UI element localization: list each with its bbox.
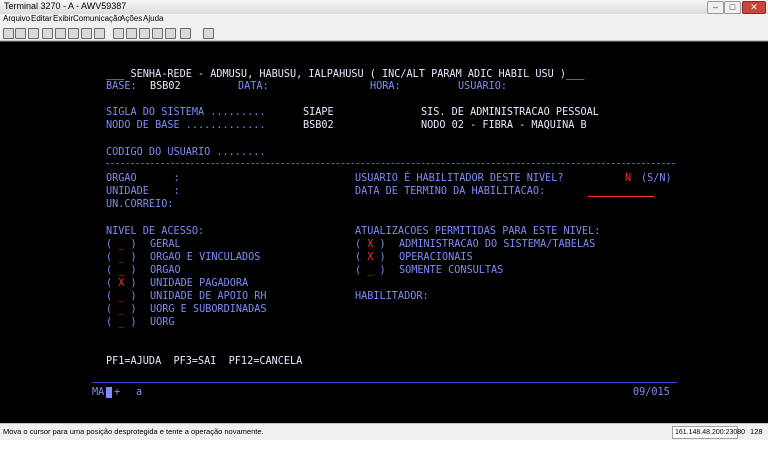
nivel-mark[interactable]: ( X ) <box>106 278 137 290</box>
keyboard-icon[interactable] <box>165 28 176 39</box>
settings-icon[interactable] <box>94 28 105 39</box>
nivel-label: UORG E SUBORDINADAS <box>150 304 267 315</box>
menu-bar: Arquivo Editar Exibir Comunicação Ações … <box>0 14 768 26</box>
toolbar <box>0 26 768 41</box>
menu-comunicacao[interactable]: Comunicação <box>73 14 122 23</box>
atual-label: ADMINISTRACAO DO SISTEMA/TABELAS <box>399 239 596 250</box>
terminal-screen[interactable]: ___ SENHA-REDE - ADMUSU, HABUSU, IALPAHU… <box>0 41 768 423</box>
nivel-mark[interactable]: ( _ ) <box>106 304 137 316</box>
atual-title: ATUALIZACOES PERMITIDAS PARA ESTE NIVEL: <box>355 226 601 237</box>
nivel-title: NIVEL DE ACESSO: <box>106 226 205 237</box>
atual-label: OPERACIONAIS <box>399 252 473 263</box>
menu-editar[interactable]: Editar <box>31 14 52 23</box>
oia-mode: a <box>136 387 143 398</box>
clipboard-icon[interactable] <box>55 28 66 39</box>
atual-label: SOMENTE CONSULTAS <box>399 265 504 276</box>
copy-icon[interactable] <box>15 28 26 39</box>
cursor <box>106 387 112 398</box>
oia-divider <box>92 382 677 383</box>
play-icon[interactable] <box>152 28 163 39</box>
display-icon[interactable] <box>180 28 191 39</box>
print-icon[interactable] <box>3 28 14 39</box>
paste-icon[interactable] <box>28 28 39 39</box>
cursor-position: 09/015 <box>633 387 670 398</box>
menu-exibir[interactable]: Exibir <box>53 14 73 23</box>
atual-mark[interactable]: ( X ) <box>355 239 386 251</box>
habilitador-question: USUARIO É HABILITADOR DESTE NIVEL? <box>355 173 564 184</box>
title-bar: Terminal 3270 - A - AWV59387 – □ ✕ <box>0 0 768 15</box>
base-label: BASE: <box>106 81 137 92</box>
nivel-label: UORG <box>150 317 175 328</box>
menu-ajuda[interactable]: Ajuda <box>143 14 163 23</box>
termino-label: DATA DE TERMINO DA HABILITACAO: <box>355 186 546 197</box>
unidade-label: UNIDADE : <box>106 186 180 197</box>
minimize-button[interactable]: – <box>707 1 724 14</box>
nivel-mark[interactable]: ( _ ) <box>106 291 137 303</box>
maximize-button[interactable]: □ <box>724 1 741 14</box>
sigla-label: SIGLA DO SISTEMA ......... <box>106 107 266 118</box>
help-icon[interactable] <box>203 28 214 39</box>
status-bar: Mova o cursor para uma posição desproteg… <box>0 423 768 440</box>
orgao-label: ORGAO : <box>106 173 180 184</box>
nivel-label: UNIDADE PAGADORA <box>150 278 249 289</box>
nivel-label: ORGAO E VINCULADOS <box>150 252 261 263</box>
habilitador-input[interactable]: N <box>625 173 631 185</box>
window-title: Terminal 3270 - A - AWV59387 <box>4 1 127 11</box>
nivel-label: GERAL <box>150 239 181 250</box>
nodo-desc: NODO 02 - FIBRA - MAQUINA B <box>421 120 587 131</box>
data-label: DATA: <box>238 81 269 92</box>
macro-icon[interactable] <box>81 28 92 39</box>
habilitador-options: (S/N) <box>641 173 672 184</box>
close-button[interactable]: ✕ <box>742 1 766 14</box>
habilitador-field-label: HABILITADOR: <box>355 291 429 302</box>
atual-mark[interactable]: ( X ) <box>355 252 386 264</box>
nivel-mark[interactable]: ( _ ) <box>106 252 137 264</box>
atual-mark[interactable]: ( _ ) <box>355 265 386 277</box>
bottom-area <box>0 440 768 456</box>
usuario-label: USUARIO: <box>458 81 508 92</box>
oia-indicator: MA <box>92 387 105 398</box>
nivel-mark[interactable]: ( _ ) <box>106 239 137 251</box>
sigla-value: SIAPE <box>303 107 334 118</box>
receive-icon[interactable] <box>126 28 137 39</box>
base-value: BSB02 <box>150 81 181 92</box>
send-icon[interactable] <box>113 28 124 39</box>
hora-label: HORA: <box>370 81 401 92</box>
nivel-mark[interactable]: ( _ ) <box>106 265 137 277</box>
cut-icon[interactable] <box>42 28 53 39</box>
sigla-desc: SIS. DE ADMINISTRACAO PESSOAL <box>421 107 599 118</box>
menu-arquivo[interactable]: Arquivo <box>3 14 30 23</box>
status-count: 128 <box>750 427 763 436</box>
termino-input[interactable] <box>588 196 654 197</box>
oia-plus: + <box>114 387 121 398</box>
codigo-label: CODIGO DO USUARIO ........ <box>106 147 266 158</box>
nivel-label: ORGAO <box>150 265 181 276</box>
pf-keys: PF1=AJUDA PF3=SAI PF12=CANCELA <box>106 356 303 367</box>
menu-acoes[interactable]: Ações <box>120 14 142 23</box>
screen-header: ___ SENHA-REDE - ADMUSU, HABUSU, IALPAHU… <box>106 69 585 80</box>
nodo-label: NODO DE BASE ............. <box>106 120 266 131</box>
nodo-value: BSB02 <box>303 120 334 131</box>
host-address: 161.148.48.200:23080 <box>672 426 745 439</box>
uncorreio-label: UN.CORREIO: <box>106 199 174 210</box>
separator <box>106 163 675 164</box>
status-message: Mova o cursor para uma posição desproteg… <box>3 427 264 436</box>
nivel-mark[interactable]: ( _ ) <box>106 317 137 329</box>
select-icon[interactable] <box>68 28 79 39</box>
record-icon[interactable] <box>139 28 150 39</box>
nivel-label: UNIDADE DE APOIO RH <box>150 291 267 302</box>
